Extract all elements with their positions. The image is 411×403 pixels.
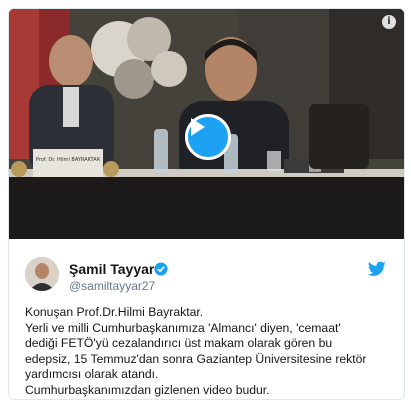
avatar[interactable] <box>25 257 59 291</box>
verified-badge-icon <box>154 262 168 276</box>
play-icon <box>191 118 205 136</box>
tweet-author: Şamil Tayyar @samiltayyar27 <box>25 255 390 295</box>
author-handle[interactable]: @samiltayyar27 <box>69 279 155 293</box>
author-name[interactable]: Şamil Tayyar <box>69 261 154 277</box>
nameplate-text: Prof. Dr. Hilmi BAYRAKTAR <box>36 157 101 163</box>
tweet-card[interactable]: Prof. Dr. Hilmi BAYRAKTAR i Şamil Tayyar… <box>8 8 405 400</box>
tweet-line: Konuşan Prof.Dr.Hilmi Bayraktar. <box>25 305 204 319</box>
tweet-line: Cumhurbaşkanımızdan gizlenen video budur… <box>25 382 270 397</box>
play-button[interactable] <box>185 114 231 160</box>
tweet-text: Konuşan Prof.Dr.Hilmi Bayraktar. Yerli v… <box>25 305 395 399</box>
tweet-line: dediği FETÖ'yü cezalandırıcı üst makam o… <box>25 336 333 351</box>
video-thumbnail[interactable]: Prof. Dr. Hilmi BAYRAKTAR i <box>9 9 404 239</box>
tweet-line: Yerli ve milli Cumhurbaşkanımıza 'Almanc… <box>25 320 341 335</box>
tweet-line: yardımcısı olarak atandı. <box>25 367 159 382</box>
avatar-image <box>25 257 59 291</box>
info-icon[interactable]: i <box>382 15 396 29</box>
tweet-line: edepsiz, 15 Temmuz'dan sonra Gaziantep Ü… <box>25 351 367 366</box>
twitter-bird-icon[interactable] <box>368 261 386 277</box>
